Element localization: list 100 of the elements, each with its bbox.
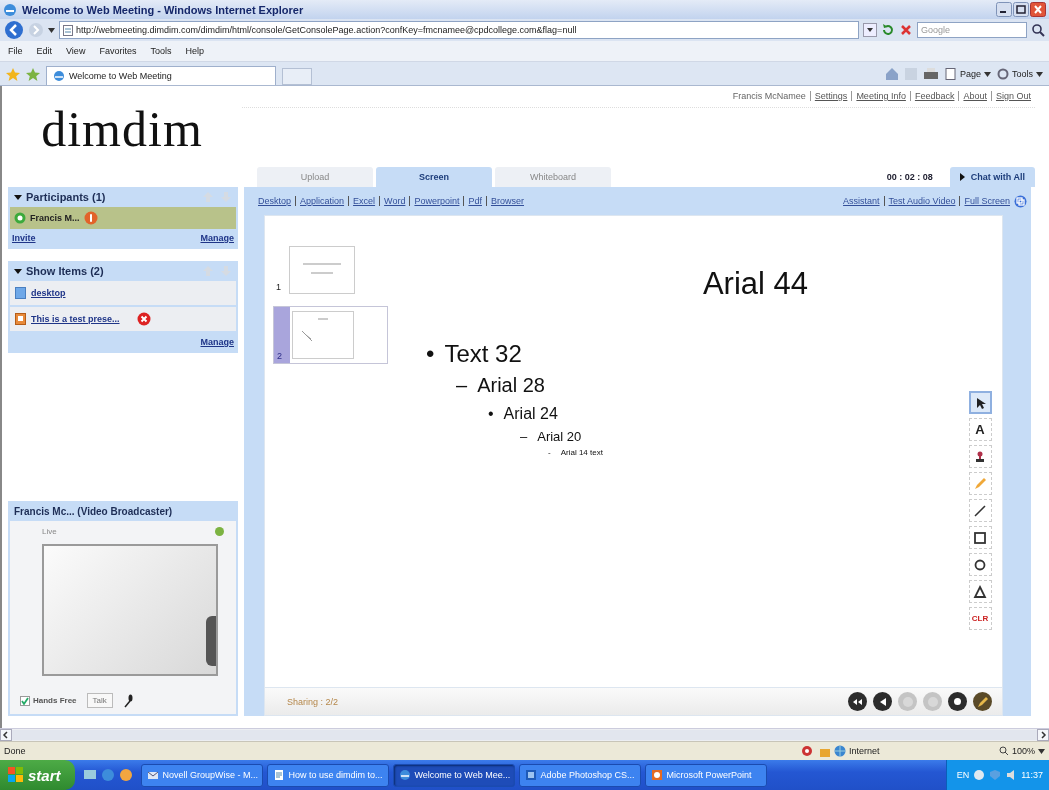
tool-link[interactable]: Full Screen [959, 196, 1014, 206]
tool-link[interactable]: Assistant [839, 196, 884, 206]
disabled-icon [902, 696, 913, 707]
previous-button[interactable] [873, 692, 892, 711]
slide-title: Arial 44 [702, 266, 808, 302]
share-link[interactable]: Word [379, 196, 410, 206]
address-field[interactable]: http://webmeeting.dimdim.com/dimdim/html/console/GetConsolePage.action?confKey=fmcnamee@cpdcollege.com&flag=null [59, 21, 859, 39]
share-link[interactable]: Desktop [254, 196, 296, 206]
annotate-button[interactable] [973, 692, 992, 711]
pointer-tool[interactable] [968, 391, 992, 414]
dropdown-icon[interactable] [863, 23, 877, 37]
share-link[interactable]: Browser [485, 196, 528, 206]
header-link[interactable]: Meeting Info [851, 91, 910, 101]
checked-checkbox[interactable] [20, 695, 30, 706]
taskbar-button[interactable]: Microsoft PowerPoint [644, 763, 767, 787]
gear-icon [997, 68, 1009, 80]
user-name: Francis McNamee [731, 91, 807, 101]
panel-link[interactable]: Manage [200, 233, 234, 243]
taskbar-button[interactable]: Welcome to Web Mee... [392, 763, 515, 787]
show-item-link[interactable]: desktop [31, 288, 66, 298]
taskbar-button[interactable]: Adobe Photoshop CS... [518, 763, 641, 787]
ie-logo-icon [3, 2, 17, 17]
menu-item[interactable]: View [66, 46, 86, 56]
menu-item[interactable]: Edit [36, 46, 53, 56]
horizontal-scrollbar[interactable] [12, 730, 1037, 740]
hand-raise-icon[interactable] [83, 211, 98, 225]
header-link[interactable]: Settings [809, 91, 852, 101]
checkbox-label: Hands Free [33, 696, 77, 705]
share-link[interactable]: Pdf [463, 196, 486, 206]
video-scroll-handle[interactable] [206, 616, 216, 666]
caret-icon [1036, 71, 1043, 77]
home-icon[interactable] [884, 67, 899, 81]
taskbar-button[interactable]: How to use dimdim to... [266, 763, 389, 787]
menu-item[interactable]: Help [185, 46, 204, 56]
collapse-arrow-icon[interactable] [14, 193, 22, 201]
circle-tool[interactable] [968, 553, 992, 576]
browser-tab[interactable]: Welcome to Web Meeting [46, 66, 276, 85]
play-icon [959, 173, 965, 181]
desktop-icon[interactable] [82, 768, 97, 782]
globe-icon [834, 745, 846, 757]
media-icon[interactable] [118, 768, 133, 782]
share-link[interactable]: Application [295, 196, 349, 206]
slide-thumbnail[interactable]: 2 [273, 306, 388, 364]
share-link[interactable]: Excel [348, 196, 380, 206]
menu-item[interactable]: Tools [150, 46, 172, 56]
header-link[interactable]: About [958, 91, 991, 101]
collapse-arrow-icon[interactable] [14, 267, 22, 275]
bullet-marker: • [426, 340, 435, 368]
stop-icon[interactable] [899, 23, 913, 37]
panel-title: Francis Mc... (Video Broadcaster) [13, 504, 174, 519]
maximize-icon[interactable] [1013, 2, 1029, 17]
header-link[interactable]: Feedback [909, 91, 959, 101]
header-link[interactable]: Sign Out [990, 91, 1035, 101]
zoom-control[interactable]: 100% [975, 746, 1045, 756]
popout-icon[interactable] [1014, 194, 1027, 208]
page-menu[interactable]: Page [944, 68, 991, 80]
scroll-left-icon[interactable] [0, 729, 12, 741]
show-item-link[interactable]: This is a test prese... [31, 314, 120, 324]
close-icon[interactable] [1030, 2, 1046, 17]
talk-button[interactable]: Talk [86, 693, 113, 708]
security-zone[interactable]: Internet [819, 745, 969, 757]
tab[interactable]: Screen [376, 167, 492, 187]
scroll-right-icon[interactable] [1037, 729, 1049, 741]
tools-menu[interactable]: Tools [997, 68, 1043, 80]
rectangle-tool[interactable] [968, 526, 992, 549]
stamp-icon [973, 449, 987, 464]
stop-button[interactable] [948, 692, 967, 711]
stamp-tool[interactable] [968, 445, 992, 468]
printer-icon[interactable] [922, 67, 939, 81]
remove-icon[interactable] [136, 312, 151, 326]
taskbar-button[interactable]: Novell GroupWise - M... [140, 763, 263, 787]
clear-button[interactable]: CLR [968, 607, 992, 630]
menu-item[interactable]: File [8, 46, 23, 56]
pencil-icon [977, 696, 988, 707]
panel-link[interactable]: Invite [12, 233, 36, 243]
menu-item[interactable]: Favorites [99, 46, 137, 56]
start-button[interactable]: start [0, 760, 75, 790]
network-icon[interactable] [973, 769, 986, 781]
triangle-tool[interactable] [968, 580, 992, 603]
share-link[interactable]: Powerpoint [409, 196, 464, 206]
slide-thumbnail[interactable]: 1 [273, 246, 388, 294]
page-icon [944, 68, 957, 80]
popup-blocked-icon[interactable] [801, 745, 813, 757]
text-tool[interactable]: A [968, 418, 992, 441]
slide-number: 2 [274, 307, 290, 363]
back-icon[interactable] [4, 20, 24, 40]
star-icon[interactable] [6, 67, 20, 81]
microphone-icon[interactable] [122, 693, 133, 708]
participant-row[interactable]: Francis M... [10, 207, 236, 229]
minimize-icon[interactable] [996, 2, 1012, 17]
search-icon[interactable] [1031, 23, 1045, 37]
desktop-icon [15, 287, 26, 299]
search-field[interactable]: Google [917, 22, 1027, 38]
first-button[interactable] [848, 692, 867, 711]
bullet-text: Arial 28 [477, 374, 545, 397]
participant-name: Francis M... [30, 213, 80, 223]
slide-preview-drawing [289, 246, 355, 294]
tool-link[interactable]: Test Audio Video [883, 196, 960, 206]
panel-link[interactable]: Manage [200, 337, 234, 347]
chat-button[interactable]: Chat with All [949, 167, 1035, 187]
